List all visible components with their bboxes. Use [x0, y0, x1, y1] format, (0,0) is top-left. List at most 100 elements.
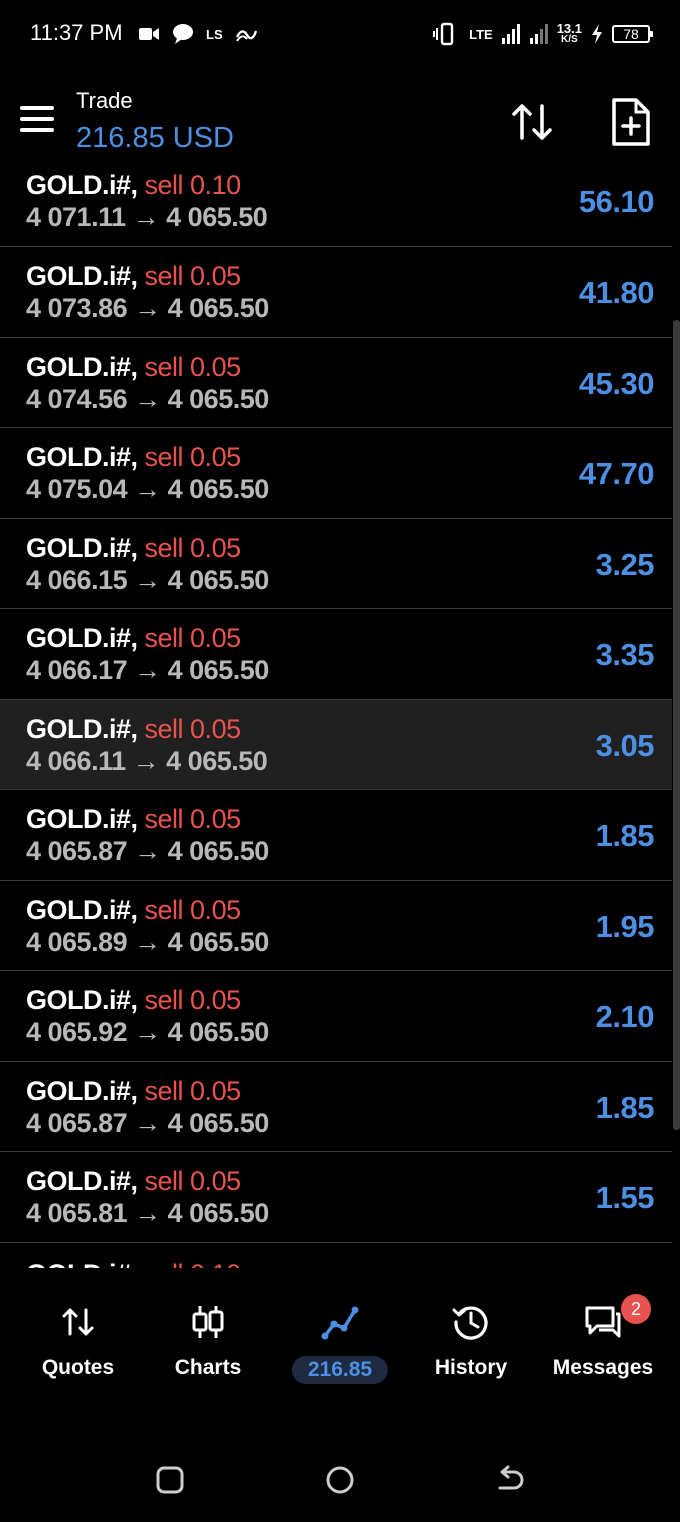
trade-row[interactable]: GOLD.i#, sell 0.05 4 065.89 → 4 065.50 1.9… — [0, 881, 672, 971]
trade-profit: 45.30 — [578, 365, 655, 401]
back-icon[interactable] — [490, 1460, 530, 1500]
arrow-right-icon: → — [134, 926, 161, 957]
trade-profit: 1.55 — [595, 1180, 655, 1215]
header: Trade 216.85 USD — [0, 80, 680, 166]
trade-row[interactable]: GOLD.i#, sell 0.10 — [0, 1243, 672, 1269]
trade-price-line: 4 065.87 → 4 065.50 — [26, 1108, 269, 1139]
trade-current-price: 4 065.50 — [167, 564, 270, 595]
home-icon[interactable] — [320, 1460, 360, 1500]
trade-current-price: 4 065.50 — [167, 293, 270, 323]
trade-symbol-line: GOLD.i#, sell 0.05 — [26, 714, 241, 745]
arrow-right-icon: → — [132, 202, 160, 232]
nav-charts[interactable]: Charts — [140, 1272, 276, 1392]
trade-symbol: GOLD.i#, — [26, 713, 138, 744]
trade-open-price: 4 066.11 — [26, 745, 126, 776]
trade-open-price: 4 073.86 — [26, 293, 128, 323]
trade-side: sell 0.05 — [144, 894, 242, 925]
trade-side: sell 0.05 — [144, 623, 242, 653]
trade-symbol-line: GOLD.i#, sell 0.10 — [26, 1259, 241, 1269]
trade-symbol: GOLD.i#, — [26, 1259, 138, 1269]
trade-row[interactable]: GOLD.i#, sell 0.05 4 073.86 → 4 065.50 41.… — [0, 247, 672, 338]
trade-symbol-line: GOLD.i#, sell 0.10 — [26, 170, 241, 201]
trade-price-line: 4 066.17 → 4 065.50 — [26, 655, 269, 686]
trade-current-price: 4 065.50 — [167, 836, 270, 866]
trade-row[interactable]: GOLD.i#, sell 0.05 4 066.17 → 4 065.50 3.3… — [0, 609, 672, 700]
trade-symbol-line: GOLD.i#, sell 0.05 — [26, 895, 241, 926]
trade-symbol-line: GOLD.i#, sell 0.05 — [26, 352, 241, 383]
trade-row[interactable]: GOLD.i#, sell 0.05 4 066.15 → 4 065.50 3.2… — [0, 519, 672, 609]
arrow-right-icon: → — [134, 1017, 161, 1047]
trade-open-price: 4 065.87 — [26, 1107, 128, 1138]
trade-symbol: GOLD.i#, — [26, 351, 138, 382]
trade-row[interactable]: GOLD.i#, sell 0.05 4 074.56 → 4 065.50 45.… — [0, 338, 672, 428]
trade-side: sell 0.10 — [145, 1259, 242, 1269]
sort-icon[interactable] — [508, 98, 556, 146]
new-order-icon[interactable] — [606, 96, 654, 148]
battery-icon: 78 — [612, 25, 653, 43]
trade-price-line: 4 066.15 → 4 065.50 — [26, 565, 269, 596]
net-speed-unit: K/S — [561, 34, 578, 45]
bottom-nav: Quotes Charts 216.85 History 2 Messages — [0, 1272, 680, 1402]
trade-row[interactable]: GOLD.i#, sell 0.10 4 071.11 → 4 065.50 56.… — [0, 156, 672, 247]
trade-open-price: 4 065.92 — [26, 1017, 128, 1047]
trade-symbol-line: GOLD.i#, sell 0.05 — [26, 261, 241, 292]
nav-quotes[interactable]: Quotes — [10, 1272, 146, 1392]
nav-charts-label: Charts — [174, 1356, 242, 1379]
trade-price-line: 4 073.86 → 4 065.50 — [26, 293, 269, 324]
trade-row[interactable]: GOLD.i#, sell 0.05 4 065.92 → 4 065.50 2.1… — [0, 971, 672, 1062]
trade-row[interactable]: GOLD.i#, sell 0.05 4 075.04 → 4 065.50 47.… — [0, 428, 672, 519]
status-left-icons: LS — [138, 20, 257, 48]
trade-symbol: GOLD.i#, — [26, 442, 138, 472]
trade-open-price: 4 074.56 — [26, 383, 128, 414]
trade-profit: 3.35 — [595, 637, 655, 672]
trade-profit: 3.25 — [595, 546, 655, 582]
trade-side: sell 0.05 — [144, 532, 242, 563]
nav-trade[interactable]: 216.85 — [272, 1272, 408, 1392]
wave-app-icon — [235, 30, 257, 42]
trade-row[interactable]: GOLD.i#, sell 0.05 4 065.87 → 4 065.50 1.8… — [0, 1062, 672, 1152]
trade-open-price: 4 065.81 — [26, 1198, 128, 1228]
history-icon — [452, 1306, 488, 1340]
trade-symbol: GOLD.i#, — [26, 170, 138, 200]
screen: 11:37 PM LS LTE 13.1 K/S 78 Trade 216.85… — [0, 0, 680, 1522]
trade-symbol-line: GOLD.i#, sell 0.05 — [26, 1166, 241, 1197]
trade-price-line: 4 065.87 → 4 065.50 — [26, 836, 269, 867]
trade-row[interactable]: GOLD.i#, sell 0.05 4 066.11 → 4 065.50 3.0… — [0, 699, 672, 790]
trade-price-line: 4 065.81 → 4 065.50 — [26, 1198, 269, 1229]
trade-symbol-line: GOLD.i#, sell 0.05 — [26, 623, 241, 654]
trade-row[interactable]: GOLD.i#, sell 0.05 4 065.81 → 4 065.50 1.5… — [0, 1152, 672, 1243]
trade-side: sell 0.10 — [144, 170, 242, 200]
trade-symbol: GOLD.i#, — [26, 894, 138, 925]
menu-button[interactable] — [20, 106, 56, 134]
signal-icon — [501, 24, 520, 44]
trade-side: sell 0.05 — [144, 985, 242, 1015]
trade-symbol: GOLD.i#, — [26, 1166, 138, 1196]
trade-symbol: GOLD.i#, — [26, 532, 138, 563]
trade-symbol-line: GOLD.i#, sell 0.05 — [26, 985, 241, 1016]
nav-messages[interactable]: 2 Messages — [535, 1272, 671, 1392]
nav-trade-label: 216.85 — [291, 1356, 389, 1384]
nav-quotes-label: Quotes — [41, 1356, 115, 1379]
nav-history-label: History — [434, 1356, 508, 1379]
trade-icon — [321, 1306, 359, 1340]
recents-icon[interactable] — [150, 1460, 190, 1500]
arrow-right-icon: → — [134, 383, 161, 414]
trade-open-price: 4 066.15 — [26, 564, 128, 595]
trade-symbol: GOLD.i#, — [26, 261, 138, 291]
trade-side: sell 0.05 — [144, 1166, 242, 1196]
arrow-right-icon: → — [134, 474, 161, 504]
messages-badge: 2 — [621, 1294, 651, 1324]
trade-profit: 3.05 — [595, 727, 655, 763]
scrollbar[interactable] — [673, 320, 680, 1130]
trade-profit: 1.85 — [595, 1089, 655, 1125]
nav-history[interactable]: History — [403, 1272, 539, 1392]
trade-price-line: 4 065.92 → 4 065.50 — [26, 1017, 269, 1048]
trade-symbol-line: GOLD.i#, sell 0.05 — [26, 804, 241, 835]
charts-icon — [192, 1306, 224, 1338]
trade-side: sell 0.05 — [144, 713, 242, 744]
arrow-right-icon: → — [134, 655, 161, 685]
trade-price-line: 4 075.04 → 4 065.50 — [26, 474, 269, 505]
arrow-right-icon: → — [134, 564, 161, 595]
trade-row[interactable]: GOLD.i#, sell 0.05 4 065.87 → 4 065.50 1.8… — [0, 790, 672, 881]
trade-list[interactable]: GOLD.i#, sell 0.10 4 071.11 → 4 065.50 56.… — [0, 156, 672, 1268]
